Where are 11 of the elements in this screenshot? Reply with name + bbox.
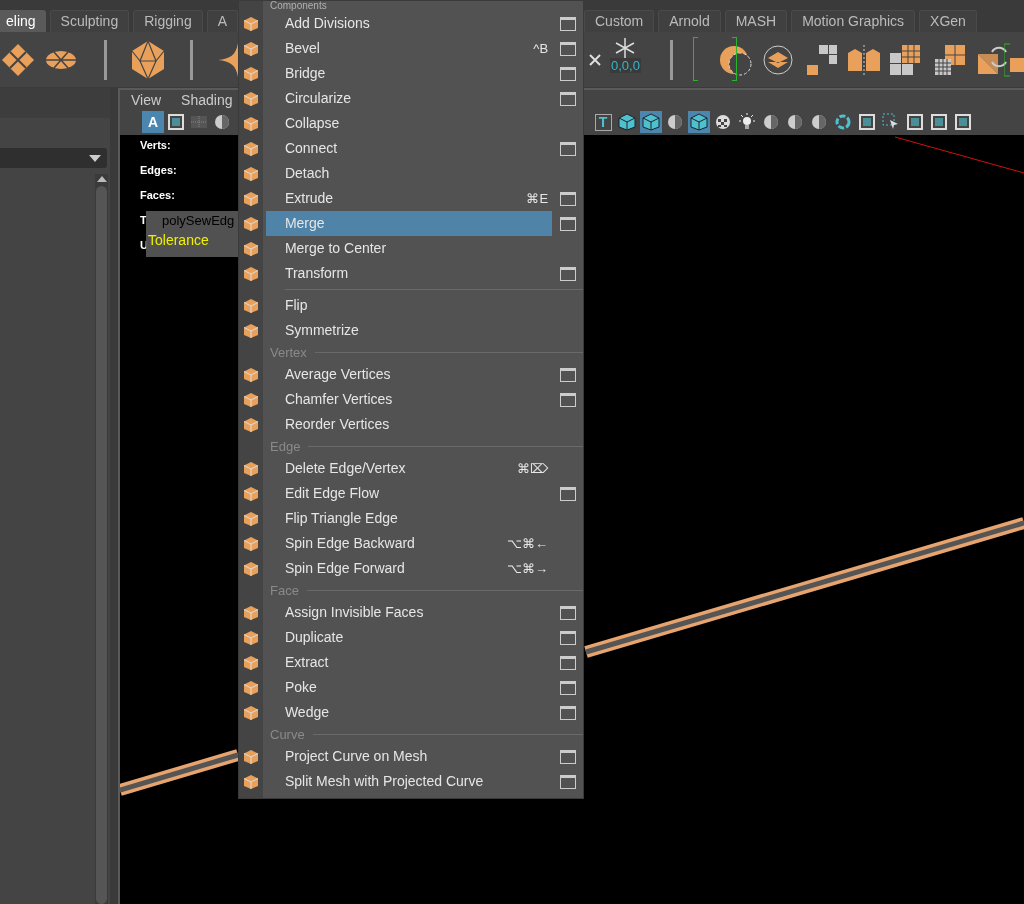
menu-section-header: Curve [269,726,305,744]
hud-label: Faces: [140,188,176,203]
tooltip-attribute: Tolerance [148,231,209,248]
menu-section-header: Components [269,1,327,11]
menu-section-header: Edge [269,438,301,456]
coordinate-readout: 0,0,0 [610,58,641,73]
menu-section-header: Vertex [269,344,307,362]
hud-label: Verts: [140,138,172,153]
menu-section-header: Face [269,582,299,600]
hud-label: Edges: [140,163,177,178]
tooltip-title: polySewEdg [161,212,236,230]
